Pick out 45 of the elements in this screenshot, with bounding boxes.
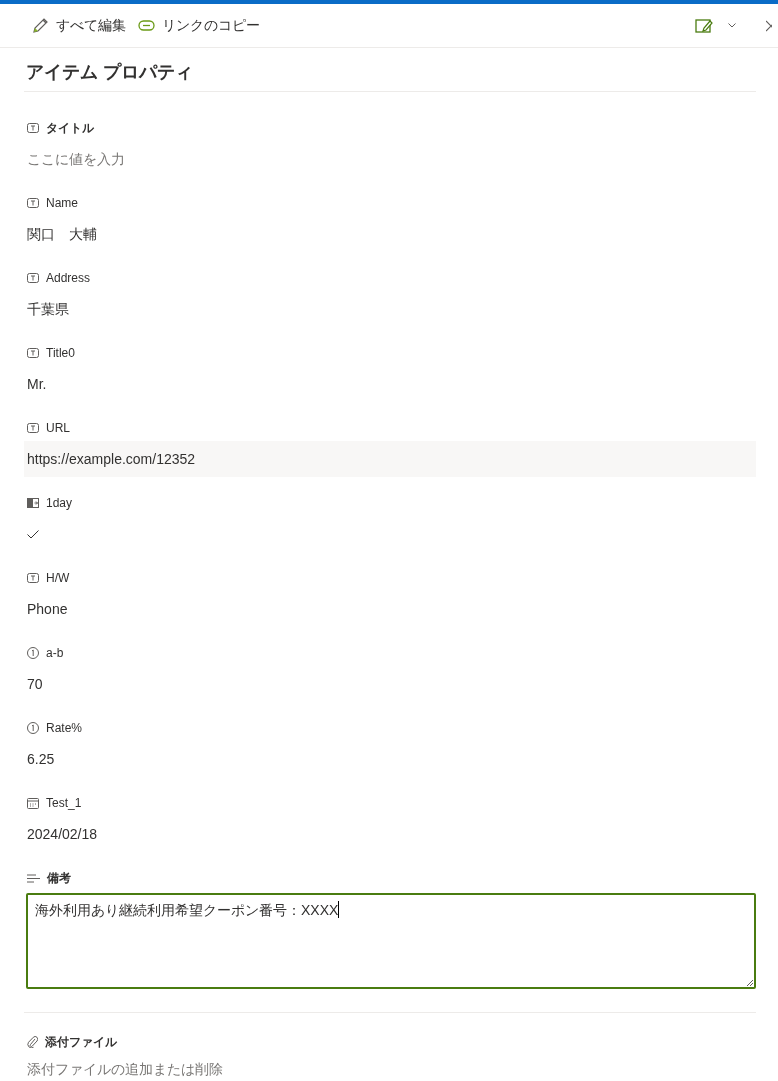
pencil-icon [32, 17, 49, 34]
text-field-icon [27, 423, 39, 433]
field-label: 備考 [47, 869, 71, 887]
text-field-icon [27, 573, 39, 583]
notes-field[interactable]: 海外利用あり継続利用希望クーポン番号：XXXX [26, 893, 756, 989]
field-value[interactable]: ここに値を入力 [24, 147, 756, 171]
link-icon [138, 20, 155, 31]
number-icon [27, 647, 39, 659]
field-label: Rate% [46, 721, 83, 735]
field-value[interactable]: Phone [24, 597, 756, 621]
field-label: URL [46, 421, 70, 435]
attachment-link[interactable]: 添付ファイルの追加または削除 [24, 1061, 756, 1079]
field-value[interactable]: 2024/02/18 [24, 822, 756, 846]
close-icon [766, 19, 772, 32]
field-value[interactable]: 関口 大輔 [24, 222, 756, 246]
text-field-icon [27, 198, 39, 208]
edit-all-button[interactable]: すべて編集 [32, 9, 134, 42]
field-value[interactable]: Mr. [24, 372, 756, 396]
copy-link-button[interactable]: リンクのコピー [138, 9, 268, 42]
field-value[interactable]: 6.25 [24, 747, 756, 771]
text-field-icon [27, 348, 39, 358]
field-value[interactable]: 70 [24, 672, 756, 696]
lines-icon [27, 873, 40, 883]
field-label: Address [46, 271, 91, 285]
field-value[interactable]: 千葉県 [24, 297, 756, 321]
paperclip-icon [27, 1036, 38, 1048]
field-value[interactable]: https://example.com/12352 [24, 441, 756, 477]
toggle-icon [27, 498, 39, 508]
resize-grip-icon[interactable] [746, 979, 753, 986]
text-field-icon [27, 273, 39, 283]
field-label: Title0 [46, 346, 75, 360]
check-icon[interactable] [27, 530, 39, 539]
panel-title: アイテム プロパティ [25, 61, 194, 84]
field-label: Name [46, 196, 78, 210]
field-label: a-b [46, 646, 64, 660]
field-label: 添付ファイル [45, 1033, 117, 1051]
chevron-down-icon [728, 23, 736, 28]
field-label: H/W [46, 571, 70, 585]
number-icon [27, 722, 39, 734]
text-field-icon [27, 123, 39, 133]
calendar-icon [27, 797, 39, 809]
field-label: タイトル [46, 119, 94, 137]
field-label: 1day [46, 496, 73, 510]
field-label: Test_1 [46, 796, 82, 810]
form-edit-icon [695, 17, 713, 34]
